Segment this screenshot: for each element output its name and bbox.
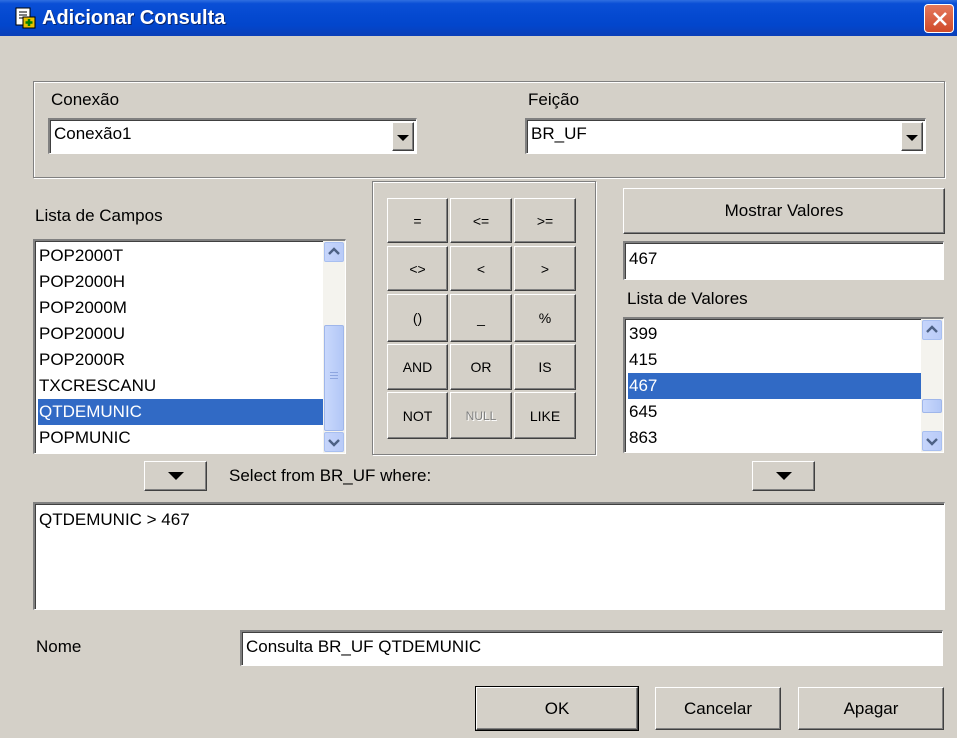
- op-greater-button[interactable]: >: [514, 246, 576, 291]
- field-item[interactable]: POP2000M: [38, 295, 127, 321]
- op-less-equal-button[interactable]: <=: [450, 198, 512, 243]
- name-input-text: Consulta BR_UF QTDEMUNIC: [246, 637, 482, 656]
- chevron-down-icon: [397, 135, 409, 141]
- value-item[interactable]: 399: [628, 321, 657, 347]
- chevron-up-icon: [926, 325, 938, 333]
- feature-select[interactable]: BR_UF: [525, 118, 926, 154]
- query-add-icon: [14, 7, 36, 29]
- chevron-up-icon: [328, 247, 340, 255]
- value-item[interactable]: 415: [628, 347, 657, 373]
- field-item[interactable]: TXCRESCANU: [38, 373, 156, 399]
- scroll-thumb[interactable]: [324, 325, 344, 431]
- scroll-up-button[interactable]: [324, 242, 344, 262]
- window-title: Adicionar Consulta: [42, 7, 226, 29]
- value-item-selected[interactable]: 467: [628, 373, 921, 399]
- show-values-button[interactable]: Mostrar Valores: [623, 188, 945, 234]
- insert-value-button[interactable]: [752, 461, 815, 491]
- fields-scrollbar[interactable]: [323, 241, 345, 453]
- name-label: Nome: [36, 637, 82, 656]
- op-not-button[interactable]: NOT: [387, 392, 448, 439]
- field-item[interactable]: POP2000R: [38, 347, 125, 373]
- connection-select[interactable]: Conexão1: [48, 118, 417, 154]
- grip-icon: [330, 378, 338, 379]
- arrow-down-icon: [775, 472, 792, 480]
- field-item-selected[interactable]: QTDEMUNIC: [38, 399, 323, 425]
- op-null-button[interactable]: NULL: [450, 392, 512, 439]
- scroll-up-button[interactable]: [922, 320, 942, 340]
- scroll-thumb[interactable]: [922, 399, 942, 413]
- grip-icon: [330, 372, 338, 373]
- chevron-down-icon: [906, 135, 918, 141]
- close-button[interactable]: [924, 4, 954, 33]
- clear-button[interactable]: Apagar: [798, 687, 944, 730]
- feature-label: Feição: [528, 90, 580, 109]
- query-textarea[interactable]: QTDEMUNIC > 467: [33, 502, 945, 610]
- connection-value: Conexão1: [54, 124, 132, 143]
- scroll-down-button[interactable]: [922, 431, 942, 451]
- fields-list[interactable]: POP2000T POP2000H POP2000M POP2000U POP2…: [33, 239, 346, 454]
- op-greater-equal-button[interactable]: >=: [514, 198, 576, 243]
- field-item[interactable]: POP2000T: [38, 243, 123, 269]
- cancel-button[interactable]: Cancelar: [655, 687, 781, 730]
- feature-dropdown-button[interactable]: [901, 122, 923, 151]
- title-bar[interactable]: Adicionar Consulta: [0, 0, 957, 36]
- insert-field-button[interactable]: [144, 461, 207, 491]
- op-equal-button[interactable]: =: [387, 198, 448, 243]
- op-underscore-button[interactable]: _: [450, 294, 512, 342]
- fields-items: POP2000T POP2000H POP2000M POP2000U POP2…: [35, 241, 323, 453]
- values-list-label: Lista de Valores: [627, 289, 748, 308]
- op-or-button[interactable]: OR: [450, 344, 512, 390]
- query-text: QTDEMUNIC > 467: [39, 510, 190, 529]
- field-item[interactable]: POP2000H: [38, 269, 125, 295]
- name-input[interactable]: Consulta BR_UF QTDEMUNIC: [240, 630, 943, 666]
- value-input[interactable]: 467: [623, 241, 944, 280]
- arrow-down-icon: [167, 472, 184, 480]
- chevron-down-icon: [328, 439, 340, 447]
- values-list[interactable]: 399 415 467 645 863: [623, 317, 944, 453]
- op-like-button[interactable]: LIKE: [514, 392, 576, 439]
- op-is-button[interactable]: IS: [514, 344, 576, 390]
- close-icon: [933, 12, 947, 26]
- op-percent-button[interactable]: %: [514, 294, 576, 342]
- connection-label: Conexão: [51, 90, 120, 109]
- values-items: 399 415 467 645 863: [625, 319, 921, 452]
- dialog-window: Adicionar Consulta Conexão Conexão1 Feiç…: [0, 0, 957, 738]
- value-item[interactable]: 863: [628, 425, 657, 451]
- op-parentheses-button[interactable]: (): [387, 294, 448, 342]
- field-item[interactable]: POP2000U: [38, 321, 125, 347]
- query-prefix: Select from BR_UF where:: [229, 466, 432, 485]
- op-not-equal-button[interactable]: <>: [387, 246, 448, 291]
- value-input-text: 467: [629, 249, 658, 268]
- grip-icon: [330, 375, 338, 376]
- feature-value: BR_UF: [531, 124, 587, 143]
- connection-dropdown-button[interactable]: [392, 122, 414, 151]
- scroll-down-button[interactable]: [324, 432, 344, 452]
- fields-label: Lista de Campos: [35, 206, 163, 225]
- chevron-down-icon: [926, 438, 938, 446]
- op-less-button[interactable]: <: [450, 246, 512, 291]
- ok-button[interactable]: OK: [475, 686, 639, 731]
- field-item[interactable]: POPMUNIC: [38, 425, 131, 451]
- op-and-button[interactable]: AND: [387, 344, 448, 390]
- values-scrollbar[interactable]: [921, 319, 943, 452]
- value-item[interactable]: 645: [628, 399, 657, 425]
